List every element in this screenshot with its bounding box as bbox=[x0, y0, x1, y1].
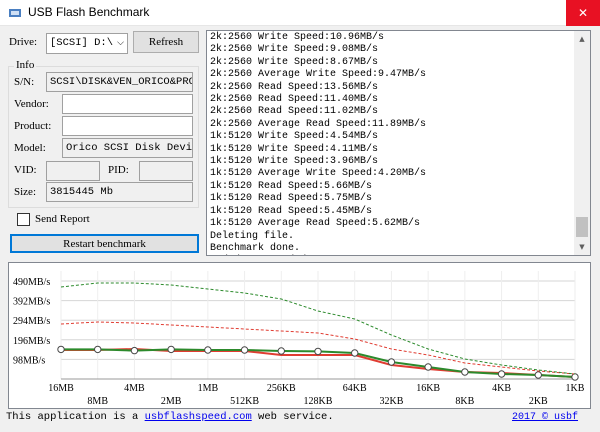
model-field[interactable]: Orico SCSI Disk Devic bbox=[62, 138, 193, 158]
x-tick-label: 4MB bbox=[124, 383, 145, 394]
speed-chart-svg: 490MB/s 392MB/s 294MB/s 196MB/s 98MB/s 16MB 4M… bbox=[13, 271, 585, 407]
vendor-field[interactable] bbox=[62, 94, 193, 114]
data-point bbox=[240, 346, 249, 354]
log-line: 1k:5120 Read Speed:5.45MB/s bbox=[210, 205, 373, 217]
data-point bbox=[424, 363, 432, 371]
x-tick-label: 1MB bbox=[198, 383, 219, 394]
vendor-label: Vendor: bbox=[14, 98, 49, 110]
scroll-down-icon[interactable]: ▼ bbox=[574, 239, 590, 255]
size-field[interactable]: 3815445 Mb bbox=[46, 182, 193, 202]
x-tick-label: 2KB bbox=[529, 396, 548, 407]
x-tick-label: 16KB bbox=[416, 383, 440, 394]
refresh-button[interactable]: Refresh bbox=[133, 31, 199, 53]
log-lines: 2k:2560 Write Speed:10.96MB/s 2k:2560 Wri… bbox=[210, 32, 427, 256]
app-icon bbox=[9, 9, 21, 17]
copyright-link[interactable]: 2017 © usbf bbox=[512, 412, 578, 423]
log-line: 2k:2560 Average Read Speed:11.89MB/s bbox=[210, 118, 427, 130]
x-tick-label: 64KB bbox=[343, 383, 367, 394]
log-line: 2k:2560 Read Speed:13.56MB/s bbox=[210, 81, 379, 93]
x-tick-label: 8MB bbox=[87, 396, 108, 407]
product-field[interactable] bbox=[62, 116, 193, 136]
log-line: 1k:5120 Write Speed:3.96MB/s bbox=[210, 156, 379, 168]
scroll-up-icon[interactable]: ▲ bbox=[574, 31, 590, 47]
x-tick-label: 8KB bbox=[455, 396, 474, 407]
data-point bbox=[130, 346, 139, 355]
log-line: 2k:2560 Read Speed:11.40MB/s bbox=[210, 94, 379, 106]
sn-field[interactable]: SCSI\DISK&VEN_ORICO&PROD_ bbox=[46, 72, 193, 92]
pid-field[interactable] bbox=[139, 161, 193, 181]
copyright-link-text[interactable]: 2017 © usbf bbox=[512, 412, 578, 423]
scroll-thumb[interactable] bbox=[576, 217, 588, 237]
log-line: 2k:2560 Read Speed:11.02MB/s bbox=[210, 106, 379, 118]
log-line: Deleting file. bbox=[210, 230, 295, 242]
data-point bbox=[571, 373, 579, 381]
x-tick-label: 4KB bbox=[492, 383, 511, 394]
log-line: 2k:2560 Write Speed:10.96MB/s bbox=[210, 32, 385, 43]
data-point bbox=[167, 345, 175, 354]
log-line: 1k:5120 Write Speed:4.54MB/s bbox=[210, 131, 379, 143]
drive-select-value: [SCSI] D:\ bbox=[50, 37, 114, 49]
drive-select[interactable]: [SCSI] D:\ ⌵ bbox=[46, 33, 128, 54]
y-tick-label: 490MB/s bbox=[13, 277, 50, 288]
log-textbox[interactable]: 2k:2560 Write Speed:10.96MB/s 2k:2560 Wri… bbox=[206, 30, 591, 256]
pid-label: PID: bbox=[108, 164, 129, 176]
size-label: Size: bbox=[14, 186, 36, 198]
send-report-label: Send Report bbox=[35, 213, 90, 225]
vid-label: VID: bbox=[14, 164, 37, 176]
data-point bbox=[94, 345, 102, 354]
restart-benchmark-button[interactable]: Restart benchmark bbox=[10, 234, 199, 253]
info-group-title: Info bbox=[14, 59, 37, 71]
x-tick-label: 2MB bbox=[161, 396, 182, 407]
close-button[interactable]: ✕ bbox=[566, 0, 600, 26]
log-line: 1k:5120 Average Write Speed:4.20MB/s bbox=[210, 168, 427, 180]
y-tick-label: 294MB/s bbox=[13, 316, 50, 327]
x-tick-label: 256KB bbox=[267, 383, 296, 394]
x-tick-label: 512KB bbox=[230, 396, 259, 407]
log-line: 1k:5120 Read Speed:5.66MB/s bbox=[210, 180, 373, 192]
product-label: Product: bbox=[14, 120, 52, 132]
log-line: Benchmark done. bbox=[210, 242, 301, 254]
y-tick-label: 392MB/s bbox=[13, 297, 50, 308]
sn-label: S/N: bbox=[14, 76, 35, 88]
data-point bbox=[314, 347, 322, 356]
window-title: USB Flash Benchmark bbox=[28, 5, 150, 19]
data-point bbox=[497, 370, 506, 378]
x-tick-label: 1KB bbox=[566, 383, 585, 394]
log-line: 1k:5120 Read Speed:5.75MB/s bbox=[210, 193, 373, 205]
data-point bbox=[534, 371, 542, 379]
footer-suffix: web service. bbox=[251, 411, 334, 423]
data-point bbox=[204, 346, 212, 354]
log-line: 2k:2560 Average Write Speed:9.47MB/s bbox=[210, 69, 427, 81]
footer-prefix: This application is a bbox=[6, 411, 145, 423]
vid-field[interactable] bbox=[46, 161, 100, 181]
title-bar: USB Flash Benchmark ✕ bbox=[0, 0, 600, 26]
data-point bbox=[461, 368, 469, 376]
log-line: Ended at 2017/1/6 0:28:24 bbox=[210, 255, 426, 256]
data-point bbox=[57, 345, 65, 354]
log-line: 2k:2560 Write Speed:8.67MB/s bbox=[210, 56, 379, 68]
footer: This application is a usbflashspeed.com … bbox=[6, 411, 334, 423]
data-point bbox=[387, 358, 396, 366]
log-line: 2k:2560 Write Speed:9.08MB/s bbox=[210, 44, 379, 56]
footer-link[interactable]: usbflashspeed.com bbox=[145, 411, 252, 423]
log-scrollbar[interactable]: ▲ ▼ bbox=[574, 31, 590, 255]
drive-label: Drive: bbox=[9, 36, 38, 48]
chevron-down-icon: ⌵ bbox=[117, 38, 124, 48]
model-label: Model: bbox=[14, 142, 46, 154]
log-line: 1k:5120 Average Read Speed:5.62MB/s bbox=[210, 218, 421, 230]
x-tick-label: 128KB bbox=[304, 396, 333, 407]
send-report-checkbox[interactable] bbox=[17, 213, 30, 226]
y-tick-label: 196MB/s bbox=[13, 336, 50, 347]
data-point bbox=[277, 347, 285, 355]
x-tick-label: 32KB bbox=[379, 396, 403, 407]
log-line: 1k:5120 Write Speed:4.11MB/s bbox=[210, 143, 379, 155]
y-tick-label: 98MB/s bbox=[13, 355, 45, 366]
data-point bbox=[351, 349, 359, 357]
speed-chart: 490MB/s 392MB/s 294MB/s 196MB/s 98MB/s 16MB 4M… bbox=[8, 262, 591, 409]
x-tick-label: 16MB bbox=[48, 383, 74, 394]
